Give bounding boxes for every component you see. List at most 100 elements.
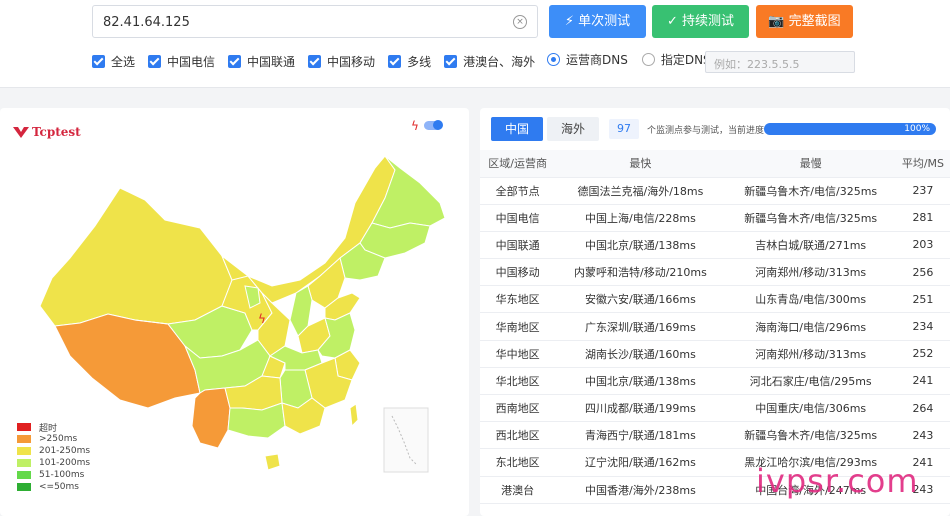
table-row: 西北地区 青海西宁/联通/181ms 新疆乌鲁木齐/电信/325ms 243 — [480, 421, 950, 450]
region-xinjiang — [39, 187, 233, 327]
cell-average: 243 — [895, 421, 950, 450]
cell-region: 中国联通 — [480, 231, 556, 260]
col-region: 区域/运营商 — [480, 150, 556, 178]
col-average: 平均/MS — [895, 150, 950, 178]
map-legend: 超时 >250ms 201-250ms 101-200ms 51-100ms <… — [17, 421, 90, 493]
table-row: 华中地区 湖南长沙/联通/160ms 河南郑州/移动/313ms 252 — [480, 340, 950, 368]
legend-item: 101-200ms — [17, 457, 90, 469]
watermark: ivpsr.com — [756, 462, 919, 500]
carrier-dns-label: 运营商DNS — [566, 53, 628, 67]
cell-region: 全部节点 — [480, 177, 556, 205]
progress-bar: 100% — [764, 123, 936, 135]
legend-item: >250ms — [17, 433, 90, 445]
table-row: 中国电信 中国上海/电信/228ms 新疆乌鲁木齐/电信/325ms 281 — [480, 204, 950, 232]
cell-slowest: 新疆乌鲁木齐/电信/325ms — [725, 421, 896, 450]
cell-slowest: 吉林白城/联通/271ms — [725, 231, 896, 260]
progress-description: 个监测点参与测试，当前进度： — [647, 125, 774, 136]
table-row: 华北地区 中国北京/联通/138ms 河北石家庄/电信/295ms 241 — [480, 367, 950, 396]
table-row: 中国移动 内蒙呼和浩特/移动/210ms 河南郑州/移动/313ms 256 — [480, 258, 950, 287]
cell-fastest: 四川成都/联通/199ms — [555, 394, 726, 423]
legend-item: 51-100ms — [17, 469, 90, 481]
cell-fastest: 中国北京/联通/138ms — [555, 367, 726, 396]
cell-region: 西南地区 — [480, 394, 556, 423]
table-header: 区域/运营商 最快 最慢 平均/MS — [480, 150, 950, 178]
checkbox-checked-icon[interactable] — [148, 54, 162, 68]
cell-average: 237 — [895, 177, 950, 205]
cell-slowest: 河南郑州/移动/313ms — [725, 340, 896, 368]
cell-region: 华南地区 — [480, 312, 556, 341]
clear-icon[interactable]: × — [513, 15, 527, 29]
full-screenshot-button[interactable]: 📷 完整截图 — [756, 5, 853, 38]
cell-slowest: 河南郑州/移动/313ms — [725, 258, 896, 287]
cell-region: 华中地区 — [480, 340, 556, 368]
filter-telecom[interactable]: 中国电信 — [148, 53, 215, 70]
radio-custom-dns[interactable] — [641, 53, 655, 66]
custom-dns-input[interactable]: 例如：223.5.5.5 — [705, 51, 855, 73]
cell-fastest: 中国香港/海外/238ms — [555, 476, 726, 504]
checkbox-checked-icon[interactable] — [92, 54, 105, 68]
cell-fastest: 安徽六安/联通/166ms — [555, 285, 726, 314]
legend-swatch — [17, 483, 31, 491]
cell-slowest: 海南海口/电信/296ms — [725, 312, 896, 341]
results-panel: 中国 海外 97 个监测点参与测试，当前进度： 100% 区域/运营商 最快 最… — [480, 108, 950, 516]
map-panel: Tcptest ϟ ϟ 超时 >250ms 201-250ms 101-200m… — [0, 108, 469, 516]
progress-label: 100% — [904, 124, 930, 134]
cell-average: 281 — [895, 204, 950, 232]
ip-search-box[interactable]: × — [92, 5, 538, 38]
cell-average: 203 — [895, 231, 950, 260]
checkbox-checked-icon[interactable] — [228, 54, 242, 68]
filter-unicom[interactable]: 中国联通 — [228, 53, 295, 70]
single-test-button[interactable]: ⚡ 单次测试 — [549, 5, 646, 38]
legend-swatch — [17, 435, 31, 443]
region-tabs: 中国 海外 97 个监测点参与测试，当前进度： — [491, 117, 773, 141]
checkbox-checked-icon[interactable] — [444, 54, 458, 68]
legend-swatch — [17, 471, 31, 479]
cell-average: 241 — [895, 367, 950, 396]
table-row: 华南地区 广东深圳/联通/169ms 海南海口/电信/296ms 234 — [480, 312, 950, 341]
cell-region: 东北地区 — [480, 448, 556, 477]
legend-item: 超时 — [17, 421, 90, 434]
continuous-test-button[interactable]: ✓ 持续测试 — [652, 5, 749, 38]
cell-fastest: 辽宁沈阳/联通/162ms — [555, 448, 726, 477]
results-table: 区域/运营商 最快 最慢 平均/MS 全部节点 德国法兰克福/海外/18ms 新疆乌… — [480, 150, 950, 504]
cell-region: 西北地区 — [480, 421, 556, 450]
cell-slowest: 新疆乌鲁木齐/电信/325ms — [725, 204, 896, 232]
legend-item: 201-250ms — [17, 445, 90, 457]
table-row: 西南地区 四川成都/联通/199ms 中国重庆/电信/306ms 264 — [480, 394, 950, 423]
filter-mobile[interactable]: 中国移动 — [308, 53, 375, 70]
cell-slowest: 中国重庆/电信/306ms — [725, 394, 896, 423]
checkbox-checked-icon[interactable] — [388, 54, 402, 68]
cell-fastest: 中国上海/电信/228ms — [555, 204, 726, 232]
cell-slowest: 山东青岛/电信/300ms — [725, 285, 896, 314]
server-location-icon: ϟ — [258, 312, 266, 326]
carrier-filters: 全选 中国电信 中国联通 中国移动 多线 港澳台、海外 — [92, 52, 548, 70]
checkbox-checked-icon[interactable] — [308, 54, 322, 68]
cell-region: 中国电信 — [480, 204, 556, 232]
cell-region: 华北地区 — [480, 367, 556, 396]
cell-region: 中国移动 — [480, 258, 556, 287]
cell-average: 252 — [895, 340, 950, 368]
dns-options: 运营商DNS 指定DNS: — [547, 51, 715, 68]
filter-all[interactable]: 全选 — [92, 53, 135, 70]
cell-fastest: 中国北京/联通/138ms — [555, 231, 726, 260]
cell-slowest: 河北石家庄/电信/295ms — [725, 367, 896, 396]
table-body: 全部节点 德国法兰克福/海外/18ms 新疆乌鲁木齐/电信/325ms 237 中国电信… — [480, 177, 950, 504]
south-china-sea-inset — [383, 407, 429, 473]
filter-overseas[interactable]: 港澳台、海外 — [444, 53, 535, 70]
region-hainan — [264, 453, 281, 471]
node-count-badge: 97 — [609, 119, 640, 139]
table-row: 华东地区 安徽六安/联通/166ms 山东青岛/电信/300ms 251 — [480, 285, 950, 314]
tab-china[interactable]: 中国 — [491, 117, 544, 141]
radio-carrier-dns[interactable] — [547, 53, 560, 66]
cell-fastest: 广东深圳/联通/169ms — [555, 312, 726, 341]
filter-multiline[interactable]: 多线 — [388, 53, 431, 70]
legend-swatch — [17, 447, 31, 455]
ip-input[interactable] — [103, 13, 503, 31]
cell-average: 264 — [895, 394, 950, 423]
cell-region: 华东地区 — [480, 285, 556, 314]
region-yunnan — [191, 387, 231, 449]
tab-overseas[interactable]: 海外 — [547, 117, 600, 141]
cell-average: 256 — [895, 258, 950, 287]
legend-swatch — [17, 459, 31, 467]
region-taiwan — [349, 403, 359, 428]
